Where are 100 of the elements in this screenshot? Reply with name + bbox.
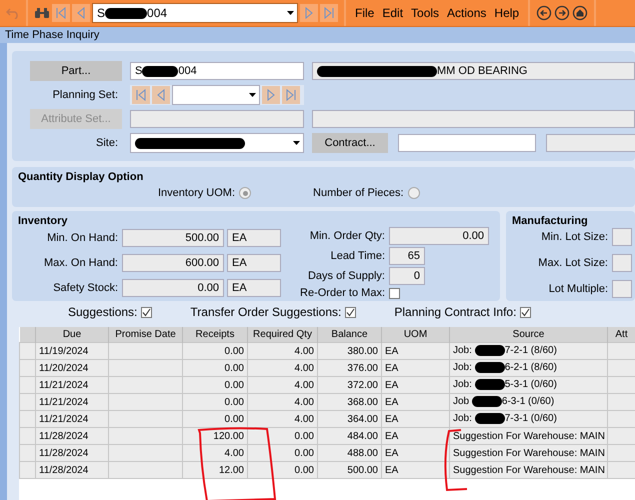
table-cell: 0.00: [182, 394, 248, 410]
checkbox[interactable]: [345, 306, 356, 318]
table-cell: 0.00: [248, 462, 318, 478]
quantity-field: 0: [389, 267, 425, 285]
table-cell: Job: 7-2-1 (8/60): [450, 342, 608, 360]
row-selector[interactable]: [20, 462, 36, 478]
window-title: Time Phase Inquiry: [0, 27, 635, 43]
redaction-mark: [474, 379, 505, 390]
table-cell: 368.00: [318, 394, 382, 410]
quantity-field: [612, 280, 632, 298]
column-header[interactable]: Required Qty: [248, 327, 318, 342]
previous-icon[interactable]: [152, 86, 170, 104]
field-label: Safety Stock:: [52, 282, 119, 294]
column-header[interactable]: Due: [36, 327, 108, 342]
menu-item[interactable]: Tools: [408, 6, 442, 20]
menu-item[interactable]: Edit: [379, 6, 406, 20]
table-cell: 0.00: [182, 410, 248, 428]
table-cell: 12.00: [182, 462, 248, 478]
table-cell: 500.00: [318, 462, 382, 478]
table-cell: 4.00: [248, 376, 318, 394]
field-label: Min. On Hand:: [46, 232, 119, 244]
table-cell: EA: [382, 342, 450, 360]
record-dropdown[interactable]: S 004: [92, 3, 298, 23]
table-cell: 4.00: [248, 360, 318, 376]
row-selector[interactable]: [20, 428, 36, 444]
table-cell: 0.00: [248, 444, 318, 462]
table-cell: 488.00: [318, 444, 382, 462]
column-header[interactable]: UOM: [382, 327, 450, 342]
table-cell: 372.00: [318, 376, 382, 394]
column-header[interactable]: Receipts: [182, 327, 248, 342]
row-selector[interactable]: [20, 376, 36, 394]
uom-field: EA: [227, 229, 281, 248]
table-cell: 4.00: [182, 444, 248, 462]
site-dropdown[interactable]: [130, 133, 304, 153]
table-cell: 11/28/2024: [36, 462, 108, 478]
previous-record-icon[interactable]: [72, 4, 90, 22]
contract-field[interactable]: [398, 134, 536, 152]
undo-icon[interactable]: [6, 7, 20, 19]
column-header[interactable]: Balance: [318, 327, 382, 342]
row-selector[interactable]: [20, 410, 36, 428]
table-cell: EA: [382, 462, 450, 478]
column-header[interactable]: Source: [450, 327, 608, 342]
radio-label: Inventory UOM:: [158, 187, 236, 199]
field-label: Planning Set:: [52, 89, 119, 101]
uom-field: EA: [227, 254, 281, 272]
redaction-mark: [474, 345, 505, 356]
redaction-mark: [474, 413, 505, 424]
field-label: Max. Lot Size:: [537, 257, 609, 269]
field-label: Days of Supply:: [308, 270, 386, 282]
radio-button[interactable]: [239, 187, 252, 199]
table-cell: 364.00: [318, 410, 382, 428]
field-label: Lot Multiple:: [548, 283, 609, 295]
table-cell: Suggestion For Warehouse: MAIN: [450, 444, 608, 462]
redaction-mark: [105, 8, 148, 18]
row-selector[interactable]: [20, 444, 36, 462]
table-cell: 380.00: [318, 342, 382, 360]
checkbox[interactable]: [389, 288, 400, 298]
forward-icon[interactable]: [554, 5, 570, 21]
redaction-mark: [472, 396, 502, 408]
checkbox[interactable]: [520, 306, 532, 318]
radio-button[interactable]: [408, 187, 420, 199]
table-cell: EA: [382, 428, 450, 444]
part-button[interactable]: Part...: [30, 61, 122, 81]
back-icon[interactable]: [536, 5, 552, 21]
table-cell: 484.00: [318, 428, 382, 444]
menu-item[interactable]: Actions: [444, 6, 490, 20]
binoculars-icon[interactable]: [34, 7, 50, 19]
quantity-field: 0.00: [389, 227, 489, 245]
table-cell: 11/28/2024: [36, 444, 108, 462]
home-icon[interactable]: [572, 5, 588, 21]
field-label: Min. Lot Size:: [540, 231, 609, 243]
menu-item[interactable]: Help: [491, 6, 522, 20]
table-cell: 4.00: [248, 410, 318, 428]
section-title: Quantity Display Option: [18, 171, 144, 183]
column-header[interactable]: Att: [608, 327, 635, 342]
quantity-field: 500.00: [122, 229, 224, 248]
last-icon[interactable]: [282, 86, 300, 104]
quantity-field: 0.00: [122, 278, 224, 297]
row-selector[interactable]: [20, 394, 36, 410]
table-cell: Job: 6-2-1 (8/60): [450, 360, 608, 376]
table-cell: EA: [382, 410, 450, 428]
table-cell: EA: [382, 360, 450, 376]
part-description-field: MM OD BEARING: [312, 62, 635, 80]
table-cell: 0.00: [182, 342, 248, 360]
table-cell: 11/28/2024: [36, 428, 108, 444]
part-field[interactable]: S 004: [130, 62, 304, 80]
row-selector[interactable]: [20, 360, 36, 376]
checkbox[interactable]: [141, 306, 152, 318]
column-header[interactable]: Promise Date: [108, 327, 182, 342]
quantity-field: [612, 254, 632, 272]
menu-item[interactable]: File: [352, 6, 378, 20]
last-record-icon[interactable]: [320, 4, 338, 22]
redaction-mark: [474, 362, 505, 374]
radio-label: Number of Pieces:: [313, 187, 404, 199]
field-label: Min. Order Qty:: [310, 230, 386, 242]
contract-button[interactable]: Contract...: [312, 133, 388, 153]
first-icon[interactable]: [132, 86, 150, 104]
quantity-field: 600.00: [122, 254, 224, 272]
row-selector[interactable]: [20, 342, 36, 360]
section-title: Inventory: [18, 215, 69, 227]
